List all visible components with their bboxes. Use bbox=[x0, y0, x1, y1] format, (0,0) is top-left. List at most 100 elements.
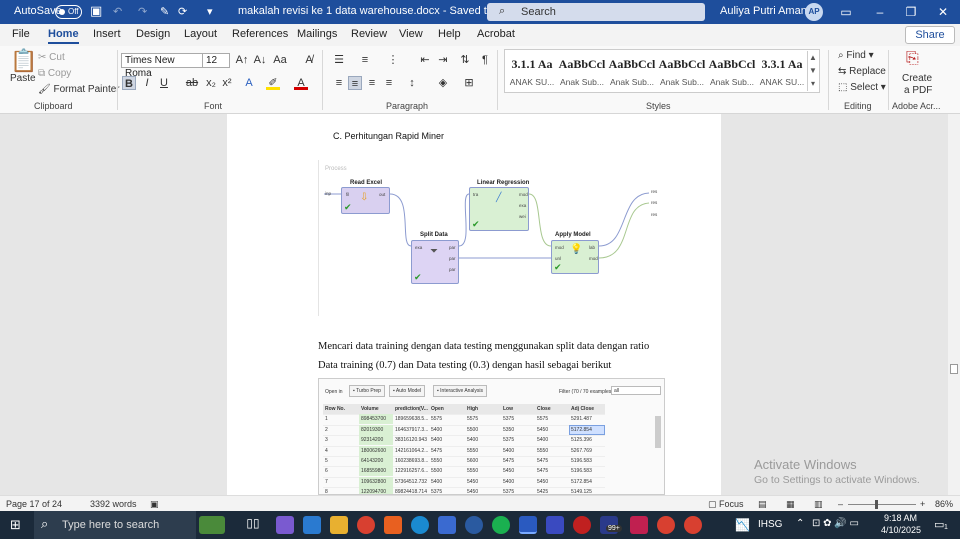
word-icon[interactable] bbox=[519, 516, 537, 534]
tab-design[interactable]: Design bbox=[136, 28, 170, 40]
zoom-in-icon[interactable]: + bbox=[920, 499, 925, 509]
select-button[interactable]: ⬚ Select ▾ bbox=[838, 82, 886, 93]
chrome-icon[interactable] bbox=[357, 516, 375, 534]
style-item[interactable]: 3.1.1 Aa ANAK SU... bbox=[507, 50, 557, 92]
undo-icon[interactable]: ↶ bbox=[113, 5, 122, 18]
tab-insert[interactable]: Insert bbox=[93, 28, 121, 40]
justify-icon[interactable]: ≡ bbox=[382, 76, 396, 90]
tab-review[interactable]: Review bbox=[351, 28, 387, 40]
edge-icon[interactable] bbox=[411, 516, 429, 534]
cut-button[interactable]: ✂ Cut bbox=[38, 52, 65, 63]
decrease-indent-icon[interactable]: ⇤ bbox=[418, 53, 432, 67]
create-pdf-icon[interactable]: ⎘ bbox=[906, 50, 919, 68]
clear-format-icon[interactable]: A̸ bbox=[302, 53, 316, 67]
vertical-scrollbar[interactable] bbox=[948, 114, 960, 495]
align-center-icon[interactable]: ≡ bbox=[348, 76, 362, 90]
split-data-operator[interactable]: exa par par par ⏷ ✔ bbox=[411, 240, 459, 284]
minimize-icon[interactable]: – bbox=[870, 4, 890, 20]
shrink-font-icon[interactable]: A↓ bbox=[253, 53, 267, 67]
copy-button[interactable]: ⧉ Copy bbox=[38, 68, 71, 79]
read-mode-icon[interactable]: ▤ bbox=[758, 499, 767, 510]
clock-date[interactable]: 4/10/2025 bbox=[881, 525, 921, 535]
font-size-select[interactable]: 12 bbox=[202, 53, 230, 68]
recorder-icon[interactable] bbox=[573, 516, 591, 534]
zoom-slider[interactable] bbox=[848, 504, 916, 505]
bullets-icon[interactable]: ☰ bbox=[332, 53, 346, 67]
table-header-cell[interactable]: Row No. bbox=[325, 406, 345, 412]
line-spacing-icon[interactable]: ↕ bbox=[405, 76, 419, 90]
table-scrollbar[interactable] bbox=[655, 416, 661, 448]
chrome-icon[interactable] bbox=[657, 516, 675, 534]
italic-icon[interactable]: I bbox=[140, 76, 154, 90]
maximize-icon[interactable]: ❐ bbox=[901, 4, 921, 20]
style-item[interactable]: 3.3.1 Aa ANAK SU... bbox=[757, 50, 807, 92]
tab-help[interactable]: Help bbox=[438, 28, 461, 40]
multilevel-list-icon[interactable]: ⋮ bbox=[386, 53, 400, 67]
tray-chevron-icon[interactable]: ⌃ bbox=[796, 518, 804, 529]
page-count[interactable]: Page 17 of 24 bbox=[6, 499, 62, 509]
format-painter-button[interactable]: 🖌 Format Painter bbox=[38, 84, 120, 95]
linear-regression-operator[interactable]: tra mod exa wei ╱ ✔ bbox=[469, 187, 529, 231]
spotify-icon[interactable] bbox=[492, 516, 510, 534]
align-left-icon[interactable]: ≡ bbox=[332, 76, 346, 90]
style-item[interactable]: AaBbCcl Anak Sub... bbox=[707, 50, 757, 92]
scroll-thumb[interactable] bbox=[950, 364, 958, 374]
borders-icon[interactable]: ⊞ bbox=[462, 76, 476, 90]
ribbon-display-icon[interactable]: ▭ bbox=[836, 4, 856, 20]
change-case-icon[interactable]: Aa bbox=[273, 53, 287, 67]
zoom-out-icon[interactable]: – bbox=[838, 499, 843, 509]
table-header-cell[interactable]: Open bbox=[431, 406, 444, 412]
app-icon[interactable] bbox=[546, 516, 564, 534]
close-icon[interactable]: ✕ bbox=[933, 4, 953, 20]
tab-references[interactable]: References bbox=[232, 28, 288, 40]
zoom-thumb[interactable] bbox=[875, 500, 878, 509]
web-layout-icon[interactable]: ▥ bbox=[814, 499, 823, 510]
paste-button[interactable]: Paste bbox=[10, 73, 36, 84]
bold-icon[interactable]: B bbox=[122, 76, 136, 90]
underline-icon[interactable]: U bbox=[157, 76, 171, 90]
copilot-icon[interactable] bbox=[276, 516, 294, 534]
avatar[interactable]: AP bbox=[805, 3, 823, 21]
tab-acrobat[interactable]: Acrobat bbox=[477, 28, 515, 40]
tab-view[interactable]: View bbox=[399, 28, 423, 40]
taskbar-search[interactable]: ⌕ Type here to search bbox=[34, 511, 196, 539]
create-pdf-button[interactable]: Create bbox=[902, 73, 932, 84]
stock-chart-icon[interactable]: 📉 bbox=[735, 518, 750, 532]
increase-indent-icon[interactable]: ⇥ bbox=[436, 53, 450, 67]
customize-toolbar-icon[interactable]: ▾ bbox=[207, 5, 213, 18]
save-icon[interactable]: ▣ bbox=[90, 3, 102, 19]
auto-model-button[interactable]: ▪ Auto Model bbox=[389, 385, 426, 397]
grow-font-icon[interactable]: A↑ bbox=[235, 53, 249, 67]
windows-start-icon[interactable]: ⊞ bbox=[10, 517, 21, 533]
draw-icon[interactable]: ✎ bbox=[160, 5, 169, 18]
replace-button[interactable]: ⇆ Replace bbox=[838, 66, 886, 77]
app-icon[interactable] bbox=[630, 516, 648, 534]
apply-model-operator[interactable]: mod unl lab mod 💡 ✔ bbox=[551, 240, 599, 274]
tab-home[interactable]: Home bbox=[48, 28, 79, 44]
subscript-icon[interactable]: x₂ bbox=[204, 76, 218, 90]
superscript-icon[interactable]: x² bbox=[220, 76, 234, 90]
repeat-icon[interactable]: ⟳ bbox=[178, 5, 187, 18]
tray-icons[interactable]: ⊡ ✿ 🔊 ▭ bbox=[812, 518, 859, 529]
tab-layout[interactable]: Layout bbox=[184, 28, 217, 40]
proofing-icon[interactable]: ▣ bbox=[150, 499, 159, 510]
share-button[interactable]: Share bbox=[905, 26, 955, 44]
tab-file[interactable]: File bbox=[12, 28, 30, 40]
redo-icon[interactable]: ↷ bbox=[138, 5, 147, 18]
table-header-cell[interactable]: High bbox=[467, 406, 478, 412]
file-explorer-icon[interactable] bbox=[330, 516, 348, 534]
find-button[interactable]: ⌕ Find ▾ bbox=[838, 50, 874, 61]
chrome-icon[interactable] bbox=[684, 516, 702, 534]
font-name-select[interactable]: Times New Roma bbox=[121, 53, 205, 79]
font-color-icon[interactable]: A bbox=[294, 76, 308, 90]
table-header-cell[interactable]: Adj Close bbox=[571, 406, 594, 412]
style-item[interactable]: AaBbCcl Anak Sub... bbox=[607, 50, 657, 92]
read-excel-operator[interactable]: fil out ⇩ ✔ bbox=[341, 187, 390, 214]
table-header-cell[interactable]: Close bbox=[537, 406, 551, 412]
show-formatting-icon[interactable]: ¶ bbox=[478, 53, 492, 67]
word-count[interactable]: 3392 words bbox=[90, 499, 137, 509]
table-header-cell[interactable]: prediction(V... bbox=[395, 406, 428, 412]
task-view-icon[interactable]: ▯▯ bbox=[244, 516, 262, 534]
highlight-icon[interactable]: ✐ bbox=[266, 76, 280, 90]
stock-ticker[interactable]: IHSG bbox=[758, 519, 782, 530]
